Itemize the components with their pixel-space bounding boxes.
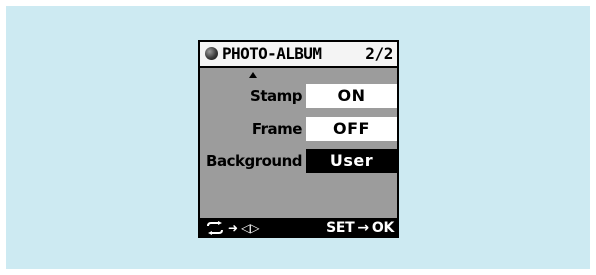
arrow-right-icon: →	[357, 220, 369, 236]
record-dot-icon	[205, 47, 218, 60]
footer-navigation-hint: ➜ ◁▷	[205, 218, 260, 238]
stamp-label: Stamp	[250, 87, 302, 105]
frame-value[interactable]: OFF	[306, 117, 397, 141]
settings-panel: Stamp ON Frame OFF Background User	[200, 68, 397, 218]
title-bar: PHOTO-ALBUM 2/2	[200, 42, 397, 66]
left-right-arrows-icon: ◁▷	[241, 221, 260, 235]
camera-lcd-screen: PHOTO-ALBUM 2/2 Stamp ON Frame OFF Backg…	[198, 40, 399, 238]
frame-label: Frame	[251, 120, 303, 138]
footer-hint-bar: ➜ ◁▷ SET → OK	[200, 218, 397, 238]
page-indicator: 2/2	[365, 44, 393, 63]
stamp-value[interactable]: ON	[306, 84, 397, 108]
background-label: Background	[206, 152, 302, 170]
background-value[interactable]: User	[306, 149, 397, 173]
arrow-right-icon: ➜	[228, 221, 239, 235]
scroll-up-icon	[249, 72, 257, 78]
ok-label: OK	[371, 220, 394, 236]
set-label: SET	[326, 220, 355, 236]
screen-title: PHOTO-ALBUM	[222, 44, 322, 63]
footer-confirm-hint: SET → OK	[326, 218, 394, 238]
swap-icon	[207, 221, 223, 235]
